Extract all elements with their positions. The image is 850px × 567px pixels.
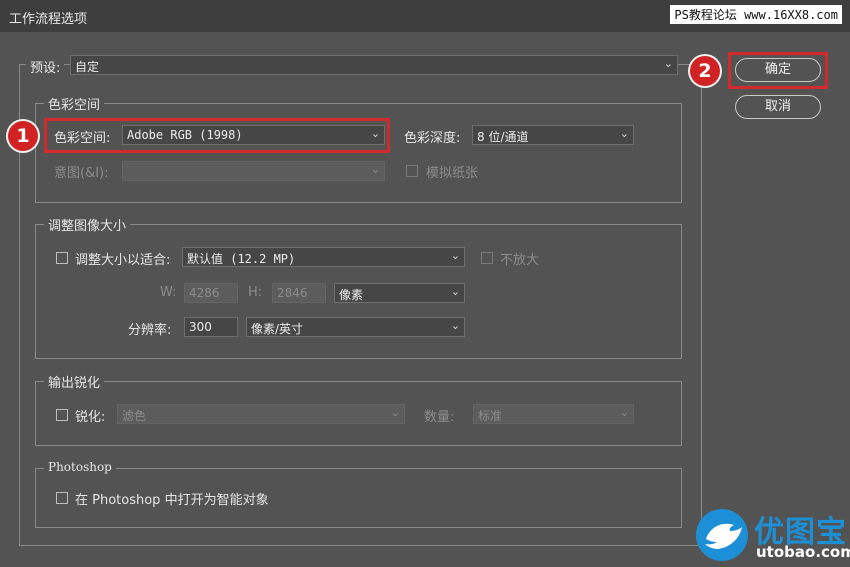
width-label: W: (160, 285, 177, 300)
step-2-badge: 2 (690, 56, 720, 86)
color-space-dropdown[interactable]: Adobe RGB (1998) ⌄ (122, 125, 385, 145)
chevron-down-icon: ⌄ (619, 127, 629, 140)
ok-button[interactable]: 确定 (735, 58, 821, 82)
preset-dropdown[interactable]: 自定 ⌄ (70, 55, 678, 75)
color-space-label: 色彩空间: (54, 131, 111, 146)
sharpen-dropdown[interactable]: 滤色 ⌄ (117, 404, 405, 424)
resolution-input[interactable]: 300 (184, 317, 238, 337)
simulate-paper-checkbox[interactable] (406, 165, 418, 177)
cancel-button[interactable]: 取消 (735, 95, 821, 119)
intent-label: 意图(&I): (54, 166, 109, 181)
amount-value: 标准 (478, 409, 503, 423)
no-enlarge-label: 不放大 (500, 253, 540, 268)
color-depth-value: 8 位/通道 (477, 130, 529, 144)
bird-icon (696, 509, 748, 561)
color-depth-label: 色彩深度: (404, 131, 461, 146)
chevron-down-icon: ⌄ (450, 285, 460, 298)
sharpen-value: 滤色 (122, 409, 147, 423)
utobao-logo: 优图宝 utobao.com (692, 505, 850, 565)
smart-object-label: 在 Photoshop 中打开为智能对象 (75, 493, 269, 508)
chevron-down-icon: ⌄ (450, 249, 460, 262)
sharpen-label: 锐化: (75, 410, 106, 425)
preset-value: 自定 (75, 60, 100, 74)
color-depth-dropdown[interactable]: 8 位/通道 ⌄ (472, 125, 634, 145)
height-label: H: (248, 285, 263, 300)
chevron-down-icon: ⌄ (450, 319, 460, 332)
resolution-value: 300 (189, 320, 212, 334)
resize-legend: 调整图像大小 (44, 215, 131, 234)
chevron-down-icon: ⌄ (370, 163, 380, 176)
amount-label: 数量: (424, 410, 455, 425)
simulate-paper-label: 模拟纸张 (426, 166, 479, 181)
preset-label: 预设: (26, 57, 65, 76)
color-space-legend: 色彩空间 (44, 94, 105, 113)
size-unit-dropdown[interactable]: 像素 ⌄ (334, 283, 465, 303)
color-space-value: Adobe RGB (1998) (127, 128, 243, 142)
amount-dropdown[interactable]: 标准 ⌄ (473, 404, 634, 424)
step-1-badge: 1 (8, 121, 38, 151)
window-title: 工作流程选项 (9, 12, 88, 27)
logo-subtext: utobao.com (756, 543, 850, 561)
chevron-down-icon: ⌄ (370, 127, 380, 140)
chevron-down-icon: ⌄ (619, 406, 629, 419)
resize-to-fit-value: 默认值 (12.2 MP) (187, 252, 296, 266)
smart-object-checkbox[interactable] (56, 492, 68, 504)
resize-to-fit-label: 调整大小以适合: (75, 253, 171, 268)
resolution-unit-dropdown[interactable]: 像素/英寸 ⌄ (246, 317, 465, 337)
height-input[interactable]: 2846 (272, 283, 326, 303)
photoshop-legend: Photoshop (44, 460, 116, 474)
width-value: 4286 (189, 286, 220, 300)
no-enlarge-checkbox[interactable] (481, 252, 493, 264)
sharpen-checkbox[interactable] (56, 409, 68, 421)
title-bar: 工作流程选项 PS教程论坛 www.16XX8.com (0, 0, 850, 32)
width-input[interactable]: 4286 (184, 283, 238, 303)
chevron-down-icon: ⌄ (390, 406, 400, 419)
height-value: 2846 (277, 286, 308, 300)
resize-to-fit-checkbox[interactable] (56, 252, 68, 264)
watermark: PS教程论坛 www.16XX8.com (670, 5, 842, 24)
resolution-unit-value: 像素/英寸 (251, 322, 304, 336)
intent-dropdown[interactable]: ⌄ (122, 161, 385, 181)
resolution-label: 分辨率: (128, 323, 172, 338)
resize-to-fit-dropdown[interactable]: 默认值 (12.2 MP) ⌄ (182, 247, 465, 267)
size-unit-value: 像素 (339, 288, 364, 302)
chevron-down-icon: ⌄ (663, 57, 673, 70)
sharpen-legend: 输出锐化 (44, 372, 105, 391)
